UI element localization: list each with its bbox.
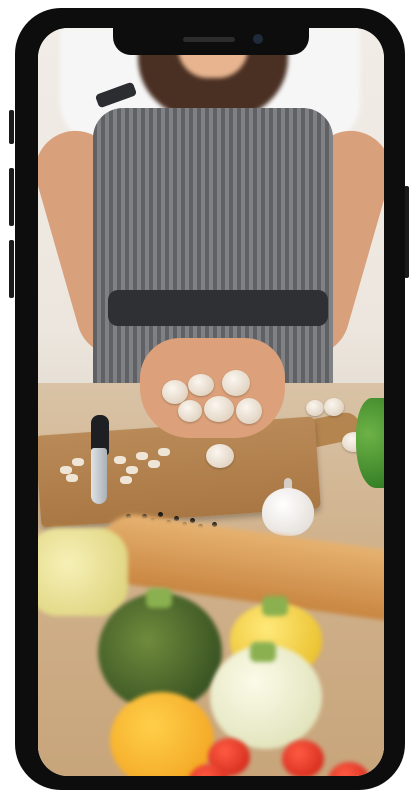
yellow-pepper — [38, 528, 128, 616]
chopped-mushroom — [60, 466, 72, 474]
chopped-mushroom — [158, 448, 170, 456]
front-camera-icon — [253, 34, 263, 44]
chopped-mushroom — [66, 474, 78, 482]
chopped-mushroom — [120, 476, 132, 484]
peppercorn — [158, 512, 163, 517]
chopped-mushroom — [148, 460, 160, 468]
garlic-bulb — [262, 488, 314, 536]
mushroom — [306, 400, 324, 416]
mushroom — [222, 370, 250, 396]
mushroom — [206, 444, 234, 468]
mushroom — [324, 398, 344, 416]
chopped-mushroom — [136, 452, 148, 460]
mushroom — [236, 398, 262, 424]
chopped-mushroom — [72, 458, 84, 466]
mushroom — [204, 396, 234, 422]
knife-blade — [91, 448, 107, 504]
volume-down-button — [9, 240, 14, 298]
earpiece-speaker — [183, 37, 235, 42]
volume-up-button — [9, 168, 14, 226]
pattypan-stem — [262, 596, 288, 616]
cherry-tomato — [282, 740, 324, 776]
silent-switch — [9, 110, 14, 144]
phone-screen — [38, 28, 384, 776]
zucchini-stem — [146, 588, 172, 608]
mushroom — [178, 400, 202, 422]
apron-waist-tie — [108, 290, 328, 326]
chopped-mushroom — [126, 466, 138, 474]
chopped-mushroom — [114, 456, 126, 464]
pattypan-stem — [250, 642, 276, 662]
phone-notch — [113, 27, 309, 55]
mushroom — [188, 374, 214, 396]
